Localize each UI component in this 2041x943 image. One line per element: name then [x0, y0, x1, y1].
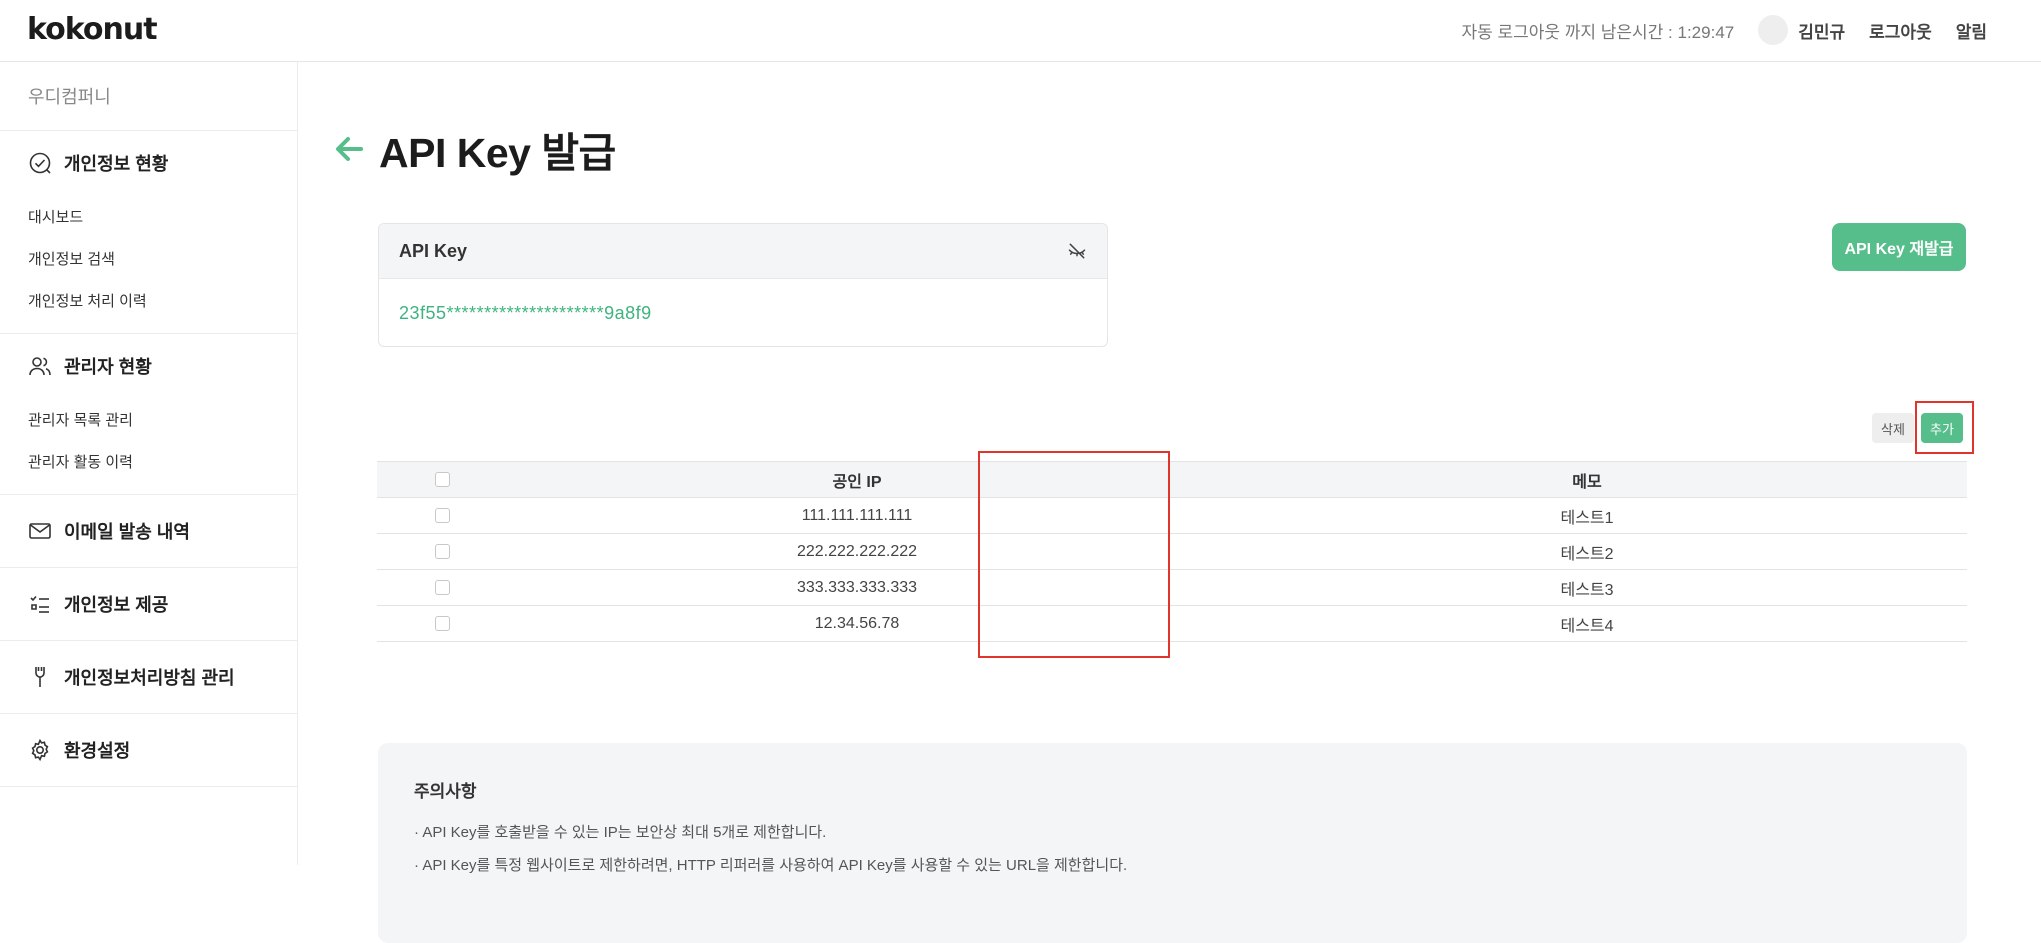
add-button[interactable]: 추가	[1921, 413, 1963, 443]
table-row: 333.333.333.333 테스트3	[377, 570, 1967, 606]
row-checkbox-cell	[377, 606, 507, 642]
avatar	[1758, 15, 1788, 45]
ip-table: 공인 IP 메모 111.111.111.111 테스트1 222.222.22…	[377, 461, 1967, 642]
api-key-reissue-button[interactable]: API Key 재발급	[1832, 223, 1966, 271]
top-bar: kokonut 자동 로그아웃 까지 남은시간 : 1:29:47 김민규 로그…	[0, 0, 2041, 62]
sidebar-item-privacy-status[interactable]: 개인정보 현황	[0, 131, 297, 195]
api-key-card-header: API Key	[379, 224, 1107, 279]
sidebar-group-admin-status: 관리자 현황 관리자 목록 관리 관리자 활동 이력	[0, 334, 297, 495]
logo[interactable]: kokonut	[27, 12, 157, 47]
table-row: 12.34.56.78 테스트4	[377, 606, 1967, 642]
sidebar-group-privacy-provide: 개인정보 제공	[0, 568, 297, 641]
api-key-card-title: API Key	[399, 241, 467, 262]
row-checkbox[interactable]	[435, 508, 450, 523]
tool-icon	[28, 665, 52, 689]
row-checkbox-cell	[377, 570, 507, 606]
sidebar-item-label: 개인정보 제공	[64, 591, 168, 617]
select-all-checkbox[interactable]	[435, 472, 450, 487]
user-name: 김민규	[1798, 18, 1845, 43]
row-checkbox-cell	[377, 498, 507, 534]
notice-line: · API Key를 특정 웹사이트로 제한하려면, HTTP 리퍼러를 사용하…	[414, 849, 1931, 882]
sidebar-item-label: 환경설정	[64, 737, 130, 763]
column-header-memo: 메모	[1207, 462, 1967, 498]
page-header: API Key 발급	[333, 119, 616, 179]
api-key-card: API Key 23f55*********************9a8f9	[378, 223, 1108, 347]
row-checkbox[interactable]	[435, 544, 450, 559]
logout-link[interactable]: 로그아웃	[1869, 18, 1932, 43]
memo-cell: 테스트3	[1207, 570, 1967, 606]
sidebar-item-email-history[interactable]: 이메일 발송 내역	[0, 495, 297, 567]
gear-icon	[28, 738, 52, 762]
notice-line: · API Key를 호출받을 수 있는 IP는 보안상 최대 5개로 제한합니…	[414, 816, 1931, 849]
row-checkbox[interactable]	[435, 580, 450, 595]
eye-off-icon[interactable]	[1067, 241, 1087, 261]
table-row: 111.111.111.111 테스트1	[377, 498, 1967, 534]
sidebar-item-label: 관리자 현황	[64, 353, 152, 379]
sidebar-group-privacy-status: 개인정보 현황 대시보드 개인정보 검색 개인정보 처리 이력	[0, 131, 297, 334]
sidebar-group-email: 이메일 발송 내역	[0, 495, 297, 568]
sidebar-item-admin-status[interactable]: 관리자 현황	[0, 334, 297, 398]
ip-cell: 12.34.56.78	[507, 606, 1207, 642]
ip-cell: 222.222.222.222	[507, 534, 1207, 570]
sidebar-item-label: 개인정보처리방침 관리	[64, 664, 235, 690]
check-circle-icon	[28, 151, 52, 175]
sidebar-subitem-admin-activity[interactable]: 관리자 활동 이력	[0, 440, 297, 482]
sidebar-subitem-privacy-search[interactable]: 개인정보 검색	[0, 237, 297, 279]
company-name: 우디컴퍼니	[0, 62, 297, 131]
alarm-link[interactable]: 알림	[1956, 18, 1987, 43]
users-icon	[28, 354, 52, 378]
row-checkbox-cell	[377, 534, 507, 570]
delete-button[interactable]: 삭제	[1872, 413, 1914, 443]
main-content: API Key 발급 API Key 23f55****************…	[299, 62, 2041, 865]
table-header-row: 공인 IP 메모	[377, 462, 1967, 498]
memo-cell: 테스트1	[1207, 498, 1967, 534]
notice-box: 주의사항 · API Key를 호출받을 수 있는 IP는 보안상 최대 5개로…	[378, 743, 1967, 943]
sidebar-group-policy: 개인정보처리방침 관리	[0, 641, 297, 714]
header-checkbox-cell	[377, 462, 507, 498]
table-row: 222.222.222.222 테스트2	[377, 534, 1967, 570]
sidebar-item-settings[interactable]: 환경설정	[0, 714, 297, 786]
memo-cell: 테스트2	[1207, 534, 1967, 570]
sidebar-item-policy-management[interactable]: 개인정보처리방침 관리	[0, 641, 297, 713]
sidebar: 우디컴퍼니 개인정보 현황 대시보드 개인정보 검색 개인정보 처리 이력 관리…	[0, 62, 298, 865]
sidebar-group-settings: 환경설정	[0, 714, 297, 787]
sidebar-item-privacy-provide[interactable]: 개인정보 제공	[0, 568, 297, 640]
page-title: API Key 발급	[379, 119, 616, 179]
notice-title: 주의사항	[414, 777, 1931, 802]
mail-icon	[28, 519, 52, 543]
sidebar-subitem-privacy-history[interactable]: 개인정보 처리 이력	[0, 279, 297, 321]
sidebar-item-label: 이메일 발송 내역	[64, 518, 190, 544]
ip-cell: 111.111.111.111	[507, 498, 1207, 534]
checklist-icon	[28, 592, 52, 616]
ip-cell: 333.333.333.333	[507, 570, 1207, 606]
user-menu[interactable]: 김민규	[1758, 15, 1845, 45]
memo-cell: 테스트4	[1207, 606, 1967, 642]
back-arrow-icon[interactable]	[333, 133, 365, 165]
column-header-ip: 공인 IP	[507, 462, 1207, 498]
sidebar-item-label: 개인정보 현황	[64, 150, 168, 176]
sidebar-subitem-admin-list[interactable]: 관리자 목록 관리	[0, 398, 297, 440]
auto-logout-timer: 자동 로그아웃 까지 남은시간 : 1:29:47	[1461, 18, 1734, 43]
row-checkbox[interactable]	[435, 616, 450, 631]
top-bar-right: 자동 로그아웃 까지 남은시간 : 1:29:47 김민규 로그아웃 알림	[1461, 0, 1987, 60]
api-key-value: 23f55*********************9a8f9	[379, 279, 1107, 347]
sidebar-subitem-dashboard[interactable]: 대시보드	[0, 195, 297, 237]
